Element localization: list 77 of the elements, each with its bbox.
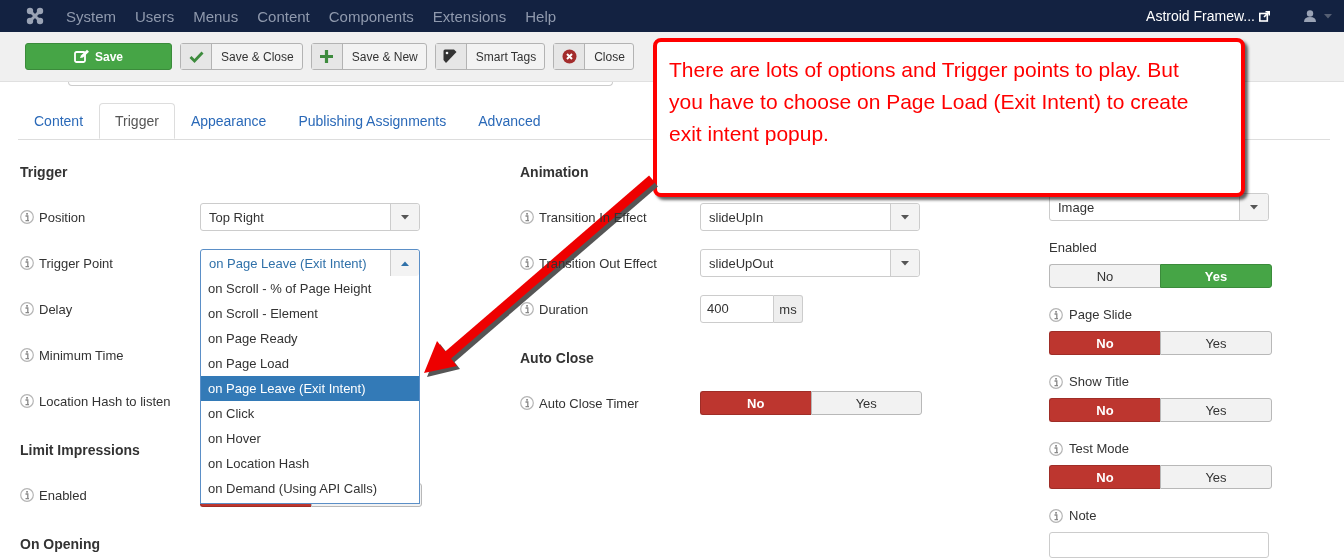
note-field[interactable] xyxy=(1049,532,1269,558)
field-label: Enabled xyxy=(39,487,87,503)
site-link[interactable]: Astroid Framew... xyxy=(1146,8,1255,24)
dropdown-option[interactable]: on Scroll - Element xyxy=(201,301,419,326)
toolbar-button[interactable]: Smart Tags xyxy=(434,43,546,70)
dropdown-option[interactable]: on Demand (Using API Calls) xyxy=(201,476,419,501)
toggle-option[interactable]: Yes xyxy=(1160,398,1272,422)
field-label: Page Slide xyxy=(1069,307,1132,322)
tab[interactable]: Publishing Assignments xyxy=(282,103,463,139)
tab[interactable]: Appearance xyxy=(174,103,283,139)
field-label: Position xyxy=(39,209,86,225)
select-field[interactable]: slideUpOut xyxy=(700,249,920,277)
toggle-option[interactable]: No xyxy=(1049,465,1160,489)
toggle-option[interactable]: No xyxy=(1049,398,1160,422)
caret-down-icon xyxy=(401,214,409,220)
text-field[interactable] xyxy=(68,82,613,86)
caret-down-icon xyxy=(1250,204,1258,210)
callout-note: There are lots of options and Trigger points to play. But you have to choose on Page Load (Exit Intent) to create exit intent popup. xyxy=(653,38,1245,197)
field-label: Auto Close Timer xyxy=(539,395,639,411)
field-label: Delay xyxy=(39,301,73,317)
field-label: Duration xyxy=(539,301,589,317)
dropdown-option[interactable]: on Click xyxy=(201,401,419,426)
select-field[interactable]: on Page Leave (Exit Intent) xyxy=(200,249,420,277)
menu-item[interactable]: Help xyxy=(525,7,557,25)
dropdown-option[interactable]: on Hover xyxy=(201,426,419,451)
tag-icon xyxy=(443,49,459,64)
section-heading: On Opening xyxy=(20,535,102,554)
section-heading: Auto Close xyxy=(520,349,595,368)
dropdown-option[interactable]: on Page Ready xyxy=(201,326,419,351)
field-label: Note xyxy=(1069,508,1097,523)
field-label: Enabled xyxy=(1049,240,1097,255)
dropdown-option[interactable]: on Page Leave (Exit Intent) xyxy=(201,376,419,401)
field-label: Show Title xyxy=(1069,374,1129,389)
dropdown-option[interactable]: on Scroll - % of Page Height xyxy=(201,276,419,301)
menu-item[interactable]: Extensions xyxy=(432,7,507,25)
menu-item[interactable]: System xyxy=(66,7,116,25)
menu-item[interactable]: Components xyxy=(328,7,414,25)
menu-item[interactable]: Content xyxy=(257,7,310,25)
tab[interactable]: Advanced xyxy=(462,103,557,139)
tab[interactable]: Content xyxy=(18,103,100,139)
select-field[interactable]: slideUpIn xyxy=(700,203,920,231)
duration-field[interactable]: 400 xyxy=(700,295,774,323)
field-label: Test Mode xyxy=(1069,441,1129,456)
caret-down-icon xyxy=(901,214,909,220)
toolbar-button[interactable]: Close xyxy=(553,43,634,70)
close-icon xyxy=(561,49,577,64)
caret-down-icon xyxy=(901,260,909,266)
field-label: Minimum Time xyxy=(39,347,124,363)
caret-up-icon xyxy=(401,260,409,266)
edit-icon xyxy=(74,49,89,64)
select-field[interactable]: Top Right xyxy=(200,203,420,231)
toolbar-button[interactable]: Save & Close xyxy=(180,43,303,70)
toggle-option[interactable]: No xyxy=(1049,264,1160,288)
logo-icon xyxy=(26,7,44,25)
tab[interactable]: Trigger xyxy=(99,103,175,139)
field-label: Location Hash to listen xyxy=(39,393,171,409)
section-heading: Trigger xyxy=(20,163,69,182)
toggle-option[interactable]: No xyxy=(1049,331,1160,355)
toggle-option[interactable]: No xyxy=(700,391,811,415)
external-link-icon xyxy=(1259,10,1270,22)
user-menu[interactable] xyxy=(1304,10,1332,22)
section-heading: Animation xyxy=(520,163,590,182)
unit-label: ms xyxy=(774,295,803,323)
menu-item[interactable]: Users xyxy=(135,7,175,25)
check-icon xyxy=(188,49,204,64)
toolbar-button[interactable]: Save & New xyxy=(310,43,427,70)
field-label: Trigger Point xyxy=(39,255,113,271)
toggle-option[interactable]: Yes xyxy=(1160,331,1272,355)
caret-icon xyxy=(1324,13,1332,19)
toggle-option[interactable]: Yes xyxy=(810,391,922,415)
toggle-option[interactable]: Yes xyxy=(1160,465,1272,489)
menu-item[interactable]: Menus xyxy=(193,7,239,25)
plus-icon xyxy=(319,49,335,64)
dropdown-option[interactable]: on Page Load xyxy=(201,351,419,376)
section-heading: Limit Impressions xyxy=(20,441,141,460)
user-icon xyxy=(1304,10,1316,22)
dropdown-option[interactable]: on Location Hash xyxy=(201,451,419,476)
